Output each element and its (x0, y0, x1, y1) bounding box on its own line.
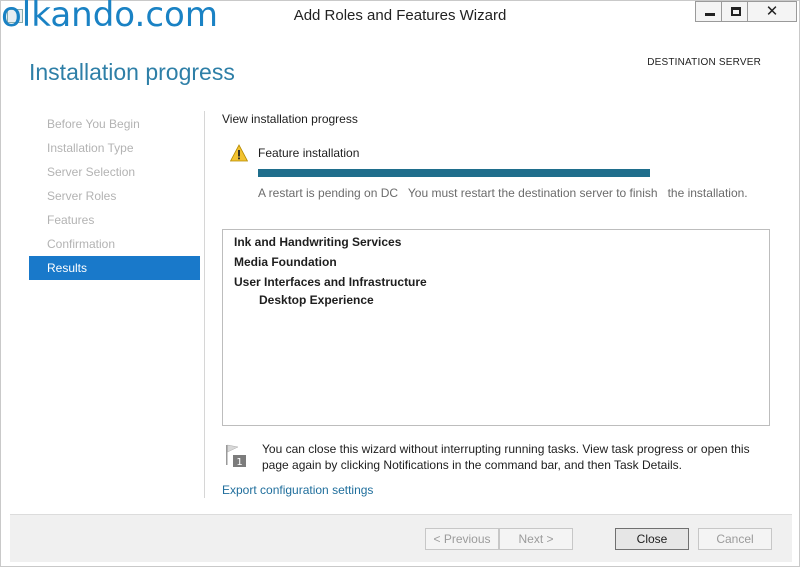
result-item: User Interfaces and Infrastructure (234, 275, 427, 289)
cancel-button[interactable]: Cancel (698, 528, 772, 550)
section-heading: View installation progress (222, 112, 358, 126)
nav-item-results[interactable]: Results (29, 256, 200, 280)
svg-text:1: 1 (236, 457, 242, 468)
results-list[interactable]: Ink and Handwriting Services Media Found… (222, 229, 770, 426)
export-configuration-link[interactable]: Export configuration settings (222, 483, 373, 497)
close-button[interactable]: Close (615, 528, 689, 550)
nav-item-before-you-begin: Before You Begin (47, 117, 140, 131)
page-title: Installation progress (29, 59, 235, 85)
restart-message-part3: the installation. (667, 186, 748, 200)
previous-button[interactable]: < Previous (425, 528, 499, 550)
warning-icon (230, 144, 248, 162)
info-note: You can close this wizard without interr… (262, 442, 750, 472)
nav-divider (204, 111, 205, 498)
watermark-logo: olkando.com (1, 0, 218, 35)
installation-progress-bar (258, 169, 650, 177)
result-item: Media Foundation (234, 255, 337, 269)
wizard-window: Add Roles and Features Wizard ✕ olkando.… (0, 0, 800, 567)
result-item: Ink and Handwriting Services (234, 235, 402, 249)
nav-item-features: Features (47, 213, 95, 227)
close-window-button[interactable]: ✕ (747, 1, 797, 22)
next-button[interactable]: Next > (499, 528, 573, 550)
nav-item-installation-type: Installation Type (47, 141, 134, 155)
nav-item-confirmation: Confirmation (47, 237, 116, 251)
maximize-icon (731, 7, 741, 16)
wizard-nav: Before You Begin Installation Type Serve… (29, 112, 200, 280)
close-icon: ✕ (765, 2, 779, 20)
nav-item-server-roles: Server Roles (47, 189, 117, 203)
restart-message: A restart is pending on DC You must rest… (258, 186, 748, 200)
nav-item-server-selection: Server Selection (47, 165, 136, 179)
destination-server-label: DESTINATION SERVER (647, 57, 761, 68)
notification-flag-icon: 1 (226, 444, 246, 468)
feature-installation-label: Feature installation (258, 146, 360, 160)
restart-message-part1: A restart is pending on DC (258, 186, 399, 200)
result-subitem: Desktop Experience (259, 293, 374, 307)
restart-message-part2: You must restart the destination server … (407, 186, 658, 200)
minimize-icon (705, 13, 715, 16)
progress-fill (258, 169, 650, 177)
